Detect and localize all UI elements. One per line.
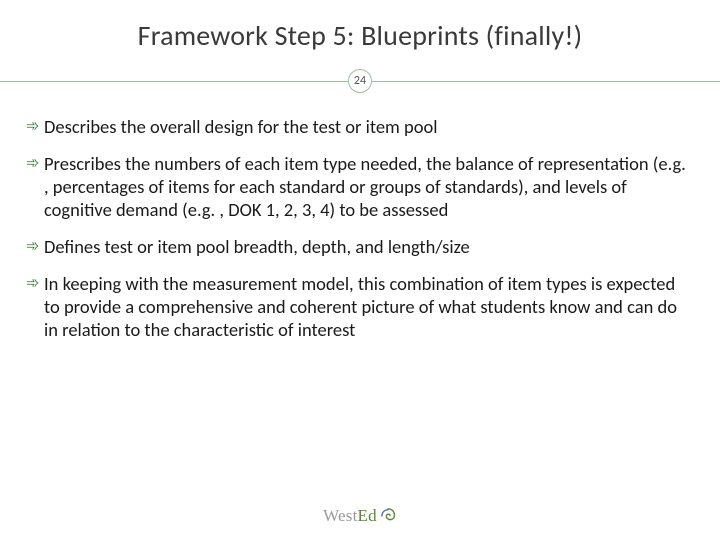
slide: Framework Step 5: Blueprints (finally!) …: [0, 0, 720, 540]
footer-logo: WestEd: [323, 506, 397, 526]
slide-title: Framework Step 5: Blueprints (finally!): [0, 0, 720, 63]
list-item: ➾ Describes the overall design for the t…: [26, 115, 694, 138]
bullet-text: Defines test or item pool breadth, depth…: [44, 235, 694, 258]
bullet-glyph-icon: ➾: [26, 272, 44, 295]
bullet-text: Prescribes the numbers of each item type…: [44, 152, 694, 221]
logo-swirl-icon: [379, 507, 397, 525]
content-area: ➾ Describes the overall design for the t…: [0, 93, 720, 341]
title-divider: 24: [0, 69, 720, 93]
bullet-text: In keeping with the measurement model, t…: [44, 272, 694, 341]
logo-text-ed: Ed: [358, 506, 377, 526]
list-item: ➾ In keeping with the measurement model,…: [26, 272, 694, 341]
bullet-glyph-icon: ➾: [26, 115, 44, 138]
bullet-glyph-icon: ➾: [26, 152, 44, 175]
page-number-badge: 24: [348, 69, 372, 93]
bullet-text: Describes the overall design for the tes…: [44, 115, 694, 138]
list-item: ➾ Defines test or item pool breadth, dep…: [26, 235, 694, 258]
list-item: ➾ Prescribes the numbers of each item ty…: [26, 152, 694, 221]
bullet-glyph-icon: ➾: [26, 235, 44, 258]
logo-text-west: West: [323, 506, 357, 526]
